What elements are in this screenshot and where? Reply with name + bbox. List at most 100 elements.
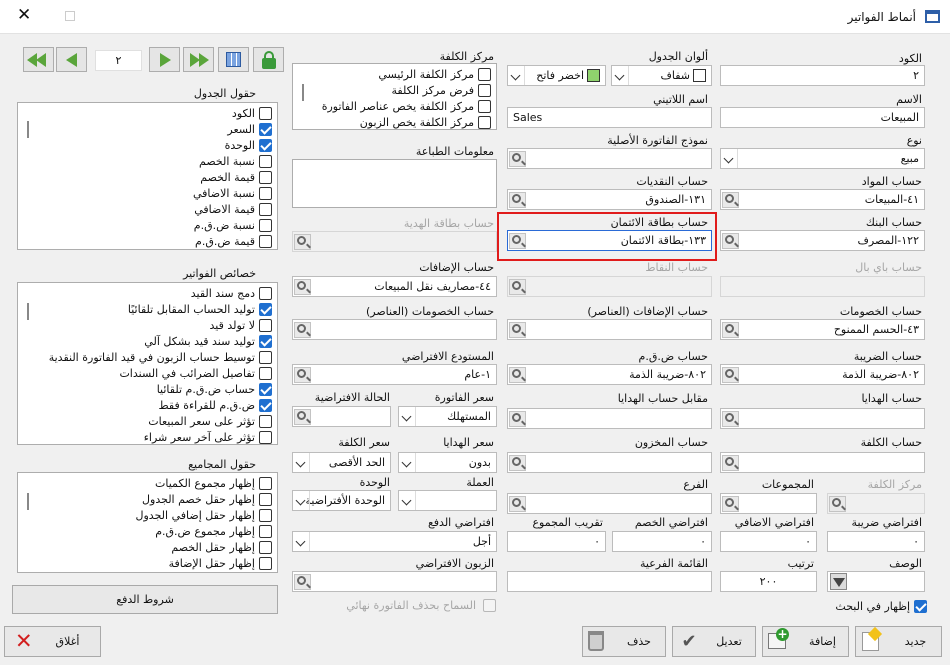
code-field[interactable]: ٢ <box>720 65 925 86</box>
list-item[interactable]: إظهار حقل خصم الجدول <box>142 491 272 507</box>
list-item[interactable]: إظهار حقل الإضافة <box>169 555 272 571</box>
list-item[interactable]: تفاصيل الضرائب في السندات <box>119 365 272 381</box>
search-icon[interactable] <box>294 367 311 383</box>
checkbox[interactable] <box>259 430 272 444</box>
edit-button[interactable]: ✔ تعديل <box>672 626 756 657</box>
search-icon[interactable] <box>722 367 739 383</box>
spin-down-button[interactable] <box>830 573 847 590</box>
list-item[interactable]: نسبة الخصم <box>199 153 272 169</box>
list-item[interactable]: توليد سند قيد بشكل آلي <box>144 333 272 349</box>
checkbox[interactable] <box>259 556 272 570</box>
new-button[interactable]: جديد <box>855 626 942 657</box>
list-item[interactable]: توليد الحساب المقابل تلقائيًا <box>128 301 272 317</box>
additions-account-field[interactable]: ٤٤-مصاريف نقل المبيعات <box>292 276 497 297</box>
rounding-total-field[interactable]: ٠ <box>507 531 606 552</box>
invoice-price-select[interactable]: المستهلك <box>398 406 497 427</box>
record-number-field[interactable]: ٢ <box>95 50 142 71</box>
default-customer-field[interactable] <box>292 571 497 592</box>
tax-default-field[interactable]: ٠ <box>827 531 925 552</box>
cost-price-select[interactable]: الحد الأقصى <box>292 452 391 473</box>
list-item[interactable]: إظهار مجموع ض.ق.م <box>155 523 272 539</box>
search-icon[interactable] <box>294 322 311 338</box>
search-icon[interactable] <box>509 455 526 471</box>
list-item[interactable]: قيمة ض.ق.م <box>195 233 272 249</box>
list-item[interactable]: لا تولد قيد <box>210 317 272 333</box>
search-icon[interactable] <box>294 409 311 425</box>
minimize-window-icon[interactable] <box>65 11 75 21</box>
add-button[interactable]: + إضافة <box>762 626 849 657</box>
first-record-button[interactable] <box>23 47 54 72</box>
list-scrollbar[interactable] <box>27 121 29 138</box>
checkbox[interactable] <box>259 414 272 428</box>
checkbox[interactable] <box>478 115 491 129</box>
checkbox[interactable] <box>259 334 272 348</box>
cash-account-field[interactable]: ١٣١-الصندوق <box>507 189 712 210</box>
additions-default-field[interactable]: ٠ <box>720 531 817 552</box>
search-icon[interactable] <box>509 151 526 167</box>
groups-field[interactable] <box>720 493 817 514</box>
list-item[interactable]: ض.ق.م للقراءة فقط <box>158 397 272 413</box>
order-field[interactable]: ٢٠٠ <box>720 571 817 592</box>
search-icon[interactable] <box>722 233 739 249</box>
lock-button[interactable] <box>253 47 284 72</box>
list-item[interactable]: إظهار مجموع الكميات <box>155 475 272 491</box>
previous-record-button[interactable] <box>56 47 87 72</box>
list-item[interactable]: دمج سند القيد <box>191 285 272 301</box>
checkbox[interactable] <box>259 508 272 522</box>
color-select-2[interactable]: اخضر فاتح <box>507 65 606 86</box>
search-icon[interactable] <box>722 496 739 512</box>
checkbox[interactable] <box>259 202 272 216</box>
search-icon[interactable] <box>509 322 526 338</box>
branch-field[interactable] <box>507 493 712 514</box>
search-icon[interactable] <box>509 496 526 512</box>
default-warehouse-field[interactable]: ١-عام <box>292 364 497 385</box>
checkbox[interactable] <box>259 350 272 364</box>
list-item[interactable]: إظهار حقل إضافي الجدول <box>136 507 272 523</box>
list-item[interactable]: الوحدة <box>225 137 272 153</box>
list-item[interactable]: مركز الكلفة يخص الزبون <box>360 114 491 130</box>
list-item[interactable]: فرض مركز الكلفة <box>392 82 491 98</box>
search-icon[interactable] <box>509 233 526 249</box>
payment-default-select[interactable]: أجل <box>292 531 497 552</box>
print-info-field[interactable] <box>292 159 497 208</box>
color-select-1[interactable]: شفاف <box>611 65 712 86</box>
checkbox[interactable] <box>259 382 272 396</box>
search-icon[interactable] <box>509 411 526 427</box>
checkbox[interactable] <box>259 106 272 120</box>
name-field[interactable]: المبيعات <box>720 107 925 128</box>
search-icon[interactable] <box>509 367 526 383</box>
checkbox[interactable] <box>259 286 272 300</box>
gifts-account-field[interactable] <box>720 408 925 429</box>
search-icon[interactable] <box>294 574 311 590</box>
search-icon[interactable] <box>509 192 526 208</box>
credit-card-account-field[interactable]: ١٣٣-بطاقة الائتمان <box>507 230 712 251</box>
checkbox[interactable] <box>259 524 272 538</box>
checkbox[interactable] <box>259 138 272 152</box>
checkbox[interactable] <box>259 122 272 136</box>
search-icon[interactable] <box>294 279 311 295</box>
list-item[interactable]: نسبة ض.ق.م <box>194 217 272 233</box>
list-item[interactable]: مركز الكلفة يخص عناصر الفاتورة <box>322 98 491 114</box>
checkbox[interactable] <box>259 476 272 490</box>
type-select[interactable]: مبيع <box>720 148 925 169</box>
discounts-account-field[interactable]: ٤٣-الحسم الممنوح <box>720 319 925 340</box>
default-state-field[interactable] <box>292 406 391 427</box>
show-in-search-checkbox[interactable] <box>914 600 927 613</box>
checkbox[interactable] <box>478 67 491 81</box>
currency-select[interactable] <box>398 490 497 511</box>
list-item[interactable]: الكود <box>232 105 272 121</box>
list-item[interactable]: تؤثر على سعر المبيعات <box>148 413 272 429</box>
list-item[interactable]: نسبة الاضافي <box>193 185 272 201</box>
list-item[interactable]: مركز الكلفة الرئيسي <box>378 66 491 82</box>
list-scrollbar[interactable] <box>27 303 29 320</box>
list-item[interactable]: تؤثر على آخر سعر شراء <box>144 429 272 445</box>
list-item[interactable]: السعر <box>227 121 272 137</box>
search-icon[interactable] <box>722 192 739 208</box>
discounts-items-account-field[interactable] <box>292 319 497 340</box>
latin-name-field[interactable]: Sales <box>507 107 712 128</box>
checkbox[interactable] <box>259 234 272 248</box>
discount-default-field[interactable]: ٠ <box>612 531 712 552</box>
list-scrollbar[interactable] <box>27 493 29 510</box>
vat-account-field[interactable]: ٨٠٢-ضريبة الذمة <box>507 364 712 385</box>
payment-terms-button[interactable]: شروط الدفع <box>12 585 278 614</box>
